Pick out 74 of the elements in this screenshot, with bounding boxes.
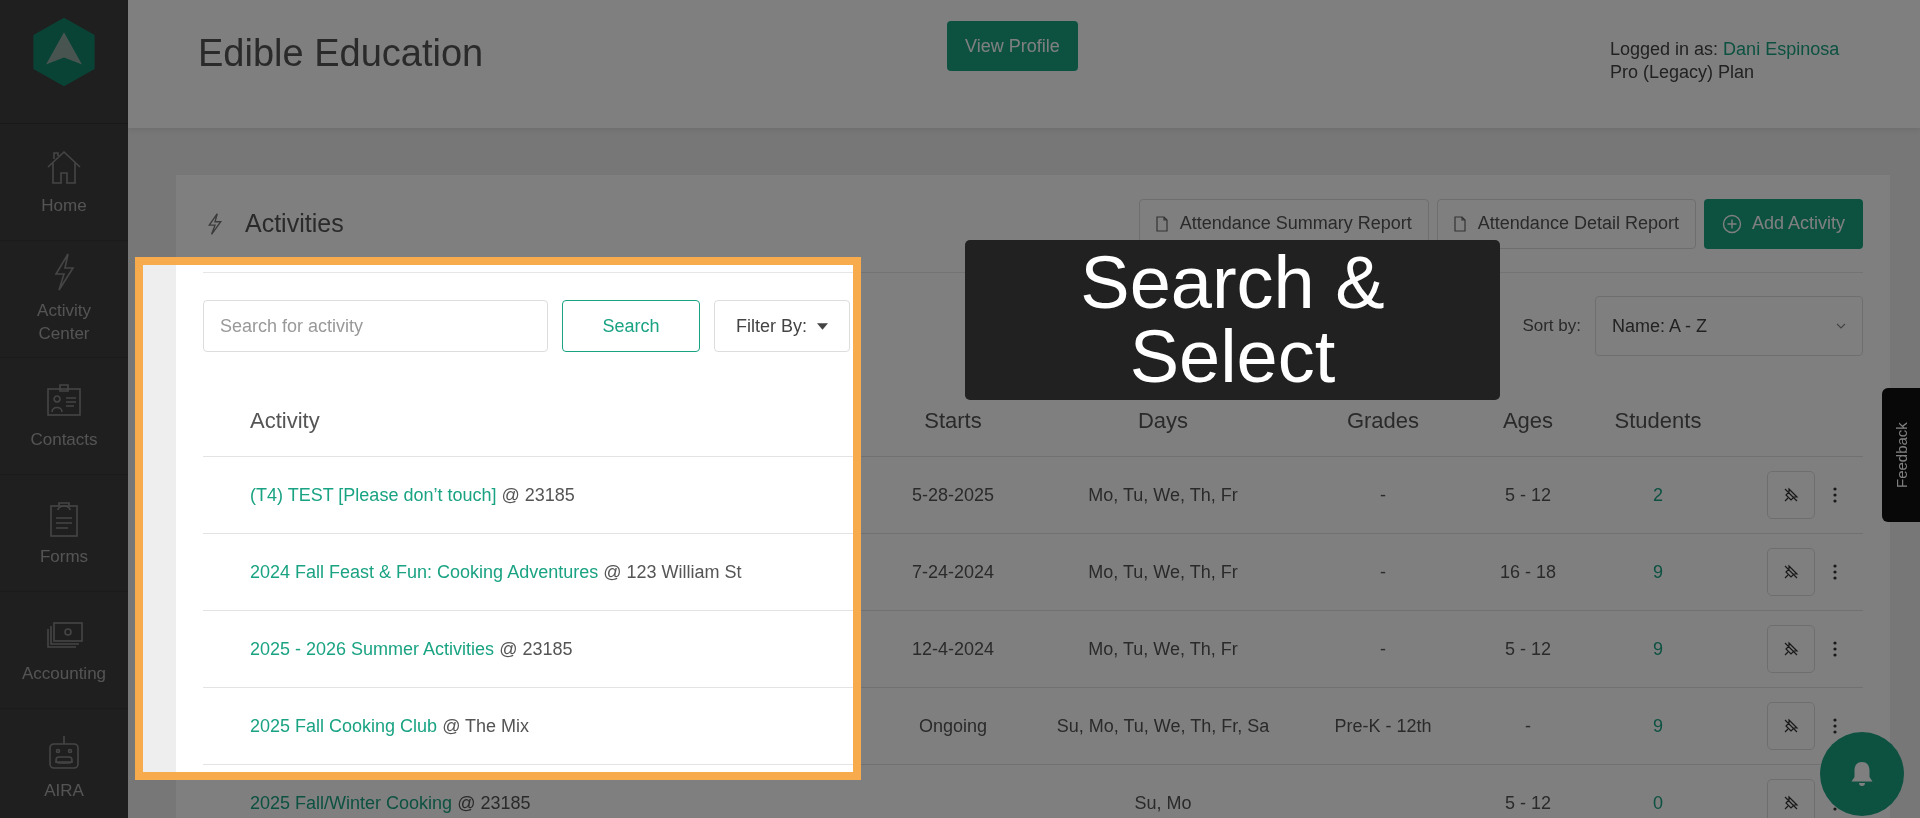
ages-text: 16 - 18 — [1499, 561, 1556, 582]
search-field[interactable]: Search for activity — [203, 300, 548, 352]
unpin-button[interactable] — [1767, 702, 1815, 750]
ages-text: - — [1525, 715, 1531, 736]
student-count-link[interactable]: 0 — [1653, 792, 1663, 813]
ages-text: 5 - 12 — [1505, 638, 1551, 659]
more-options-icon[interactable] — [1833, 487, 1837, 503]
ages-text: 5 - 12 — [1505, 792, 1551, 813]
more-options-icon[interactable] — [1833, 564, 1837, 580]
start-date: 7-24-2024 — [911, 561, 995, 582]
pin-off-icon — [1783, 487, 1799, 503]
more-options-icon[interactable] — [1833, 641, 1837, 657]
column-header: Activity — [249, 408, 321, 434]
unpin-button[interactable] — [1767, 471, 1815, 519]
location-text: @ 123 William St — [603, 561, 742, 582]
location-text: @ 23185 — [501, 484, 575, 505]
days-text: Mo, Tu, We, Th, Fr — [1088, 638, 1238, 659]
pin-off-icon — [1783, 795, 1799, 811]
pin-off-icon — [1783, 718, 1799, 734]
location-text: @ 23185 — [499, 638, 573, 659]
add-activity-button[interactable]: Add Activity — [1703, 198, 1863, 249]
report-button[interactable]: Attendance Detail Report — [1436, 198, 1696, 249]
location-text: @ The Mix — [442, 715, 530, 736]
caret-icon — [817, 322, 828, 330]
days-text: Su, Mo — [1134, 792, 1192, 813]
student-count-link[interactable]: 9 — [1653, 561, 1663, 582]
column-header: Grades — [1345, 408, 1421, 434]
unpin-button[interactable] — [1767, 779, 1815, 818]
section-title: Activities — [245, 209, 344, 238]
logged-in-label: Logged in as: — [1610, 39, 1719, 59]
location-text: @ 23185 — [457, 792, 531, 813]
chevron-down-icon — [1836, 323, 1846, 329]
pin-off-icon — [1783, 641, 1799, 657]
days-text: Mo, Tu, We, Th, Fr — [1088, 561, 1238, 582]
activity-link[interactable]: (T4) TEST [Please don’t touch] — [250, 484, 497, 505]
days-text: Su, Mo, Tu, We, Th, Fr, Sa — [1056, 715, 1270, 736]
start-date: Ongoing — [918, 715, 988, 736]
column-header: Students — [1613, 408, 1703, 434]
ages-text: 5 - 12 — [1505, 484, 1551, 505]
document-icon — [1155, 215, 1168, 232]
view-profile-button[interactable]: View Profile — [947, 21, 1078, 71]
column-header: Starts — [923, 408, 983, 434]
grades-text: Pre-K - 12th — [1334, 715, 1432, 736]
start-date: 5-28-2025 — [911, 484, 995, 505]
grades-text: - — [1380, 638, 1386, 659]
user-link[interactable]: Dani Espinosa — [1723, 39, 1840, 59]
lightning-icon — [207, 211, 223, 236]
plus-circle-icon — [1721, 213, 1742, 234]
sort-dropdown[interactable]: Name: A - Z — [1595, 296, 1863, 356]
callout-tooltip: Search & Select — [965, 240, 1500, 400]
activity-link[interactable]: 2025 Fall/Winter Cooking — [250, 792, 453, 813]
organization-title: Edible Education — [198, 32, 485, 75]
pin-off-icon — [1783, 564, 1799, 580]
activity-link[interactable]: 2025 - 2026 Summer Activities — [250, 638, 495, 659]
start-date: 12-4-2024 — [911, 638, 995, 659]
activity-link[interactable]: 2025 Fall Cooking Club — [250, 715, 438, 736]
grades-text: - — [1380, 561, 1386, 582]
document-icon — [1453, 215, 1466, 232]
more-options-icon[interactable] — [1833, 718, 1837, 734]
student-count-link[interactable]: 9 — [1653, 638, 1663, 659]
unpin-button[interactable] — [1767, 548, 1815, 596]
sort-label: Sort by: — [1522, 316, 1581, 336]
days-text: Mo, Tu, We, Th, Fr — [1088, 484, 1238, 505]
column-header: Ages — [1501, 408, 1555, 434]
search-button[interactable]: Search — [562, 300, 700, 352]
grades-text: - — [1380, 484, 1386, 505]
student-count-link[interactable]: 9 — [1653, 715, 1663, 736]
plan-label: Pro (Legacy) Plan — [1610, 61, 1756, 85]
filter-dropdown[interactable]: Filter By: — [714, 300, 850, 352]
student-count-link[interactable]: 2 — [1653, 484, 1663, 505]
column-header: Days — [1136, 408, 1190, 434]
activity-link[interactable]: 2024 Fall Feast & Fun: Cooking Adventures — [250, 561, 599, 582]
feedback-tab[interactable]: Feedback — [1882, 388, 1920, 522]
unpin-button[interactable] — [1767, 625, 1815, 673]
